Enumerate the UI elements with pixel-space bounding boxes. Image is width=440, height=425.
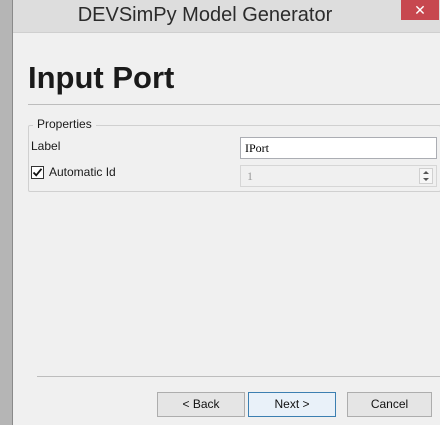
id-spinbox-value: 1 [247,169,253,183]
label-input[interactable]: IPort [240,137,437,159]
page-title: Input Port [28,60,175,95]
button-area-divider [37,376,440,377]
properties-group-label: Properties [33,117,96,131]
checkmark-icon [32,168,43,177]
close-button[interactable]: ✕ [401,0,439,20]
spin-up-icon[interactable] [420,169,432,176]
back-button[interactable]: < Back [157,392,245,417]
dialog-window: DEVSimPy Model Generator ✕ Input Port Pr… [12,0,440,425]
title-divider [28,104,440,105]
title-bar[interactable]: DEVSimPy Model Generator ✕ [13,0,440,33]
id-spinbox[interactable]: 1 [240,165,437,187]
next-button[interactable]: Next > [248,392,336,417]
window-title: DEVSimPy Model Generator [77,4,333,26]
spin-buttons[interactable] [419,168,433,184]
label-field-label: Label [31,139,61,153]
automatic-id-checkbox[interactable] [31,166,44,179]
spin-down-icon[interactable] [420,176,432,183]
automatic-id-label[interactable]: Automatic Id [49,165,116,179]
close-icon: ✕ [414,2,426,18]
cancel-button[interactable]: Cancel [347,392,432,417]
